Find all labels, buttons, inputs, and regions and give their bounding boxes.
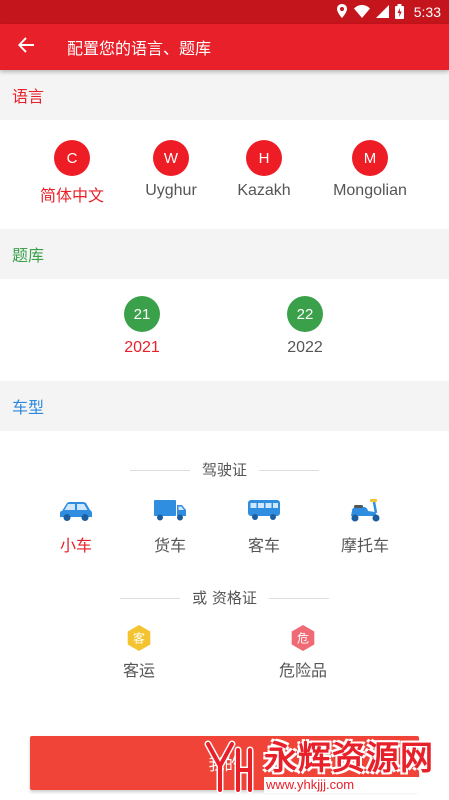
back-button[interactable] (0, 24, 52, 70)
vehicle-option-motorcycle[interactable]: 摩托车 (320, 496, 410, 556)
status-bar: 5:33 (0, 0, 449, 24)
car-icon (31, 496, 121, 524)
language-label: Uyghur (145, 182, 197, 199)
vehicle-option-car[interactable]: 小车 (31, 496, 121, 556)
question-bank-option-2021[interactable]: 21 2021 (102, 296, 182, 357)
qualification-title: 或 资格证 (192, 589, 257, 607)
license-title: 驾驶证 (201, 461, 247, 479)
language-options: C 简体中文 W Uyghur H Kazakh M Mongolian (0, 120, 449, 229)
language-letter-badge: M (352, 140, 388, 176)
language-option-uyghur[interactable]: W Uyghur (121, 140, 221, 200)
language-label: 简体中文 (39, 188, 104, 205)
language-letter-badge: C (54, 140, 90, 176)
question-bank-options: 21 2021 22 2022 (0, 279, 449, 381)
qualification-label: 客运 (122, 661, 155, 680)
scooter-icon (320, 496, 410, 524)
watermark-logo-icon (204, 740, 254, 794)
section-header-vehicle-type: 车型 (0, 381, 449, 431)
qualification-label: 危险品 (278, 661, 327, 680)
divider-line (259, 470, 319, 471)
status-time: 5:33 (413, 4, 441, 20)
vehicle-label: 货车 (153, 536, 186, 555)
divider-line (120, 598, 181, 599)
question-bank-label: 2022 (287, 339, 323, 356)
app-bar: 配置您的语言、题库 (0, 24, 449, 70)
vehicle-label: 客车 (247, 536, 280, 555)
qualification-option-hazmat[interactable]: 危 危险品 (258, 625, 348, 681)
section-header-language: 语言 (0, 70, 449, 120)
language-option-kazakh[interactable]: H Kazakh (214, 140, 314, 200)
passenger-badge-icon: 客 (94, 625, 184, 651)
language-label: Mongolian (333, 182, 407, 199)
location-icon (336, 4, 348, 20)
arrow-left-icon (17, 36, 35, 58)
truck-icon (125, 496, 215, 524)
wifi-icon (353, 4, 370, 20)
vehicle-option-bus[interactable]: 客车 (219, 496, 309, 556)
bus-icon (219, 496, 309, 524)
language-option-mongolian[interactable]: M Mongolian (320, 140, 420, 200)
watermark: 永辉资源网 www.yhkjjj.com (198, 736, 434, 796)
watermark-url: www.yhkjjj.com (264, 777, 434, 793)
vehicle-label: 小车 (59, 536, 92, 555)
qualification-badge-text: 危 (297, 632, 309, 646)
question-bank-badge: 21 (124, 296, 160, 332)
question-bank-option-2022[interactable]: 22 2022 (265, 296, 345, 357)
divider-line (268, 598, 329, 599)
qualification-badge-text: 客 (133, 631, 145, 646)
qualification-option-passenger[interactable]: 客 客运 (94, 625, 184, 681)
section-header-question-bank: 题库 (0, 229, 449, 279)
language-option-chinese[interactable]: C 简体中文 (22, 140, 122, 206)
language-letter-badge: W (153, 140, 189, 176)
qualification-divider: 或 资格证 (0, 587, 449, 608)
license-divider: 驾驶证 (0, 459, 449, 480)
battery-icon (394, 3, 404, 21)
question-bank-badge: 22 (287, 296, 323, 332)
page-title: 配置您的语言、题库 (67, 39, 212, 58)
watermark-name: 永辉资源网 (264, 738, 434, 777)
signal-icon (375, 4, 389, 20)
language-label: Kazakh (237, 182, 291, 199)
question-bank-label: 2021 (124, 339, 160, 356)
hazmat-badge-icon: 危 (258, 625, 348, 651)
language-letter-badge: H (246, 140, 282, 176)
divider-line (129, 470, 190, 471)
vehicle-option-truck[interactable]: 货车 (125, 496, 215, 556)
vehicle-label: 摩托车 (340, 536, 389, 555)
